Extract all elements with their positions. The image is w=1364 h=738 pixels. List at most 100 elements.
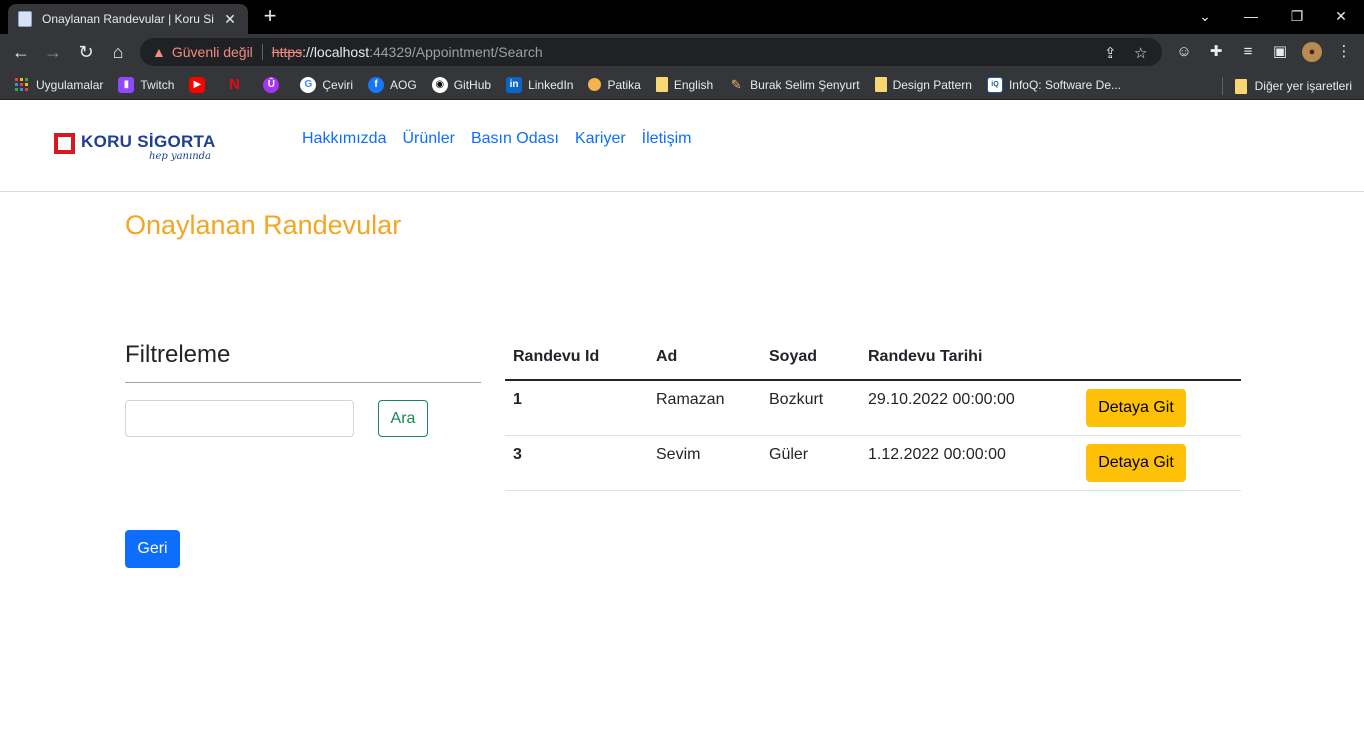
folder-icon: [1234, 78, 1247, 94]
nav-link-kariyer[interactable]: Kariyer: [575, 130, 626, 148]
extensions-puzzle-icon[interactable]: ✚: [1206, 42, 1226, 62]
bookmark-label: Burak Selim Şenyurt: [750, 77, 860, 92]
nav-link-hakkimizda[interactable]: Hakkımızda: [302, 130, 386, 148]
bookmark-label: Twitch: [140, 77, 175, 92]
other-bookmarks[interactable]: Diğer yer işaretleri: [1221, 77, 1352, 95]
github-icon: ◉: [431, 76, 448, 93]
bookmark-label: GitHub: [453, 77, 492, 92]
twitch-icon: ▮: [118, 76, 135, 93]
cell-action: Detaya Git: [1078, 435, 1241, 491]
back-page-button[interactable]: Geri: [125, 530, 180, 568]
bookmark-item[interactable]: G Çeviri: [300, 76, 354, 93]
restore-button[interactable]: ❐: [1274, 2, 1320, 30]
cell-id: 1: [505, 380, 648, 436]
reload-button[interactable]: ↻: [73, 39, 99, 65]
cell-ad: Ramazan: [648, 380, 761, 436]
bookmark-item[interactable]: Patika: [588, 77, 641, 92]
bookmark-label: LinkedIn: [528, 77, 574, 92]
patika-icon: [588, 78, 602, 91]
bookmark-item[interactable]: in LinkedIn: [506, 76, 574, 93]
side-panel-icon[interactable]: ▣: [1270, 42, 1290, 62]
table-row: 3 Sevim Güler 1.12.2022 00:00:00 Detaya …: [505, 435, 1241, 491]
detail-button[interactable]: Detaya Git: [1086, 389, 1186, 427]
address-bar[interactable]: ▲ Güvenli değil https://localhost:44329/…: [140, 38, 1162, 66]
netflix-icon: N: [228, 76, 240, 93]
bookmark-item[interactable]: ▶: [189, 76, 211, 93]
column-header-soyad: Soyad: [761, 334, 860, 381]
home-button[interactable]: ⌂: [105, 39, 131, 65]
tab-strip: Onaylanan Randevular | Koru Sigorta ✕ + …: [0, 0, 1364, 34]
facebook-icon: f: [368, 76, 385, 93]
search-input[interactable]: [125, 400, 354, 437]
logo-name: KORU SİGORTA: [81, 132, 216, 151]
bookmark-item[interactable]: ◉ GitHub: [431, 76, 492, 93]
security-status[interactable]: Güvenli değil: [172, 44, 253, 60]
site-header: KORU SİGORTA hep yanında Hakkımızda Ürün…: [0, 101, 1364, 192]
linkedin-icon: in: [506, 76, 523, 93]
bookmark-label: Patika: [607, 77, 641, 92]
bookmark-item[interactable]: N: [226, 76, 248, 93]
udemy-icon: Û: [263, 76, 280, 93]
nav-link-urunler[interactable]: Ürünler: [402, 130, 454, 148]
bookmark-item[interactable]: Uygulamalar: [14, 77, 103, 93]
apps-grid-icon: [14, 77, 30, 93]
google-icon: G: [300, 76, 317, 93]
cell-ad: Sevim: [648, 435, 761, 491]
browser-tab[interactable]: Onaylanan Randevular | Koru Sigorta ✕: [8, 4, 248, 34]
bookmarks-divider: [1221, 77, 1223, 95]
menu-kebab-icon[interactable]: ⋮: [1334, 42, 1354, 62]
web-page: KORU SİGORTA hep yanında Hakkımızda Ürün…: [0, 101, 1364, 738]
appointments-table: Randevu Id Ad Soyad Randevu Tarihi 1 Ram…: [505, 334, 1241, 491]
tab-title: Onaylanan Randevular | Koru Sigorta: [42, 12, 214, 26]
url-path: :44329/Appointment/Search: [369, 44, 543, 60]
extension-face-icon[interactable]: ☺: [1174, 42, 1194, 62]
folder-icon: [874, 77, 887, 92]
koru-sigorta-logo[interactable]: KORU SİGORTA hep yanında: [54, 131, 224, 167]
forward-button[interactable]: →: [40, 39, 66, 65]
cell-soyad: Bozkurt: [761, 380, 860, 436]
table-row: 1 Ramazan Bozkurt 29.10.2022 00:00:00 De…: [505, 380, 1241, 436]
filter-title: Filtreleme: [125, 341, 231, 368]
share-icon[interactable]: ⇪: [1104, 44, 1117, 62]
bookmark-item[interactable]: f AOG: [368, 76, 417, 93]
filter-divider: [125, 382, 481, 383]
bookmark-label: AOG: [390, 77, 417, 92]
url-scheme: https: [271, 44, 303, 60]
column-header-ad: Ad: [648, 334, 761, 381]
tab-search-chevron-icon[interactable]: ⌄: [1182, 2, 1228, 30]
cell-tarih: 29.10.2022 00:00:00: [860, 380, 1078, 436]
bookmark-item[interactable]: ▮ Twitch: [118, 76, 175, 93]
bookmark-label: Çeviri: [322, 77, 354, 92]
youtube-icon: ▶: [189, 76, 206, 93]
folder-icon: [655, 77, 668, 92]
omnibox-separator: [261, 44, 263, 60]
back-button[interactable]: ←: [8, 39, 34, 65]
bookmark-item[interactable]: English: [655, 77, 714, 92]
main-nav: Hakkımızda Ürünler Basın Odası Kariyer İ…: [302, 130, 707, 148]
media-queue-icon[interactable]: ≡: [1238, 42, 1258, 62]
bookmark-label: Uygulamalar: [36, 77, 104, 92]
search-button[interactable]: Ara: [378, 400, 428, 437]
nav-link-iletisim[interactable]: İletişim: [642, 130, 692, 148]
nav-link-basin-odasi[interactable]: Basın Odası: [471, 130, 559, 148]
pen-icon: ✎: [730, 76, 742, 92]
url-host: ://localhost: [302, 44, 370, 60]
column-header-id: Randevu Id: [505, 334, 648, 381]
bookmark-item[interactable]: Û: [263, 76, 285, 93]
tab-close-icon[interactable]: ✕: [222, 11, 238, 28]
bookmark-label: English: [673, 77, 714, 92]
bookmark-star-icon[interactable]: ☆: [1134, 44, 1147, 62]
cell-id: 3: [505, 435, 648, 491]
page-title: Onaylanan Randevular: [125, 210, 402, 240]
bookmarks-bar: Uygulamalar ▮ Twitch ▶ N Û G Çeviri f AO…: [0, 70, 1364, 100]
bookmark-item[interactable]: Design Pattern: [874, 77, 972, 92]
page-favicon-icon: [18, 11, 32, 27]
logo-tagline: hep yanında: [149, 151, 211, 162]
bookmark-item[interactable]: iQ InfoQ: Software De...: [986, 76, 1121, 93]
profile-avatar[interactable]: ●: [1302, 42, 1322, 62]
detail-button[interactable]: Detaya Git: [1086, 443, 1186, 482]
bookmark-item[interactable]: ✎ Burak Selim Şenyurt: [728, 76, 860, 93]
new-tab-button[interactable]: +: [258, 5, 282, 27]
close-window-button[interactable]: ✕: [1318, 2, 1364, 30]
minimize-button[interactable]: —: [1228, 2, 1274, 30]
